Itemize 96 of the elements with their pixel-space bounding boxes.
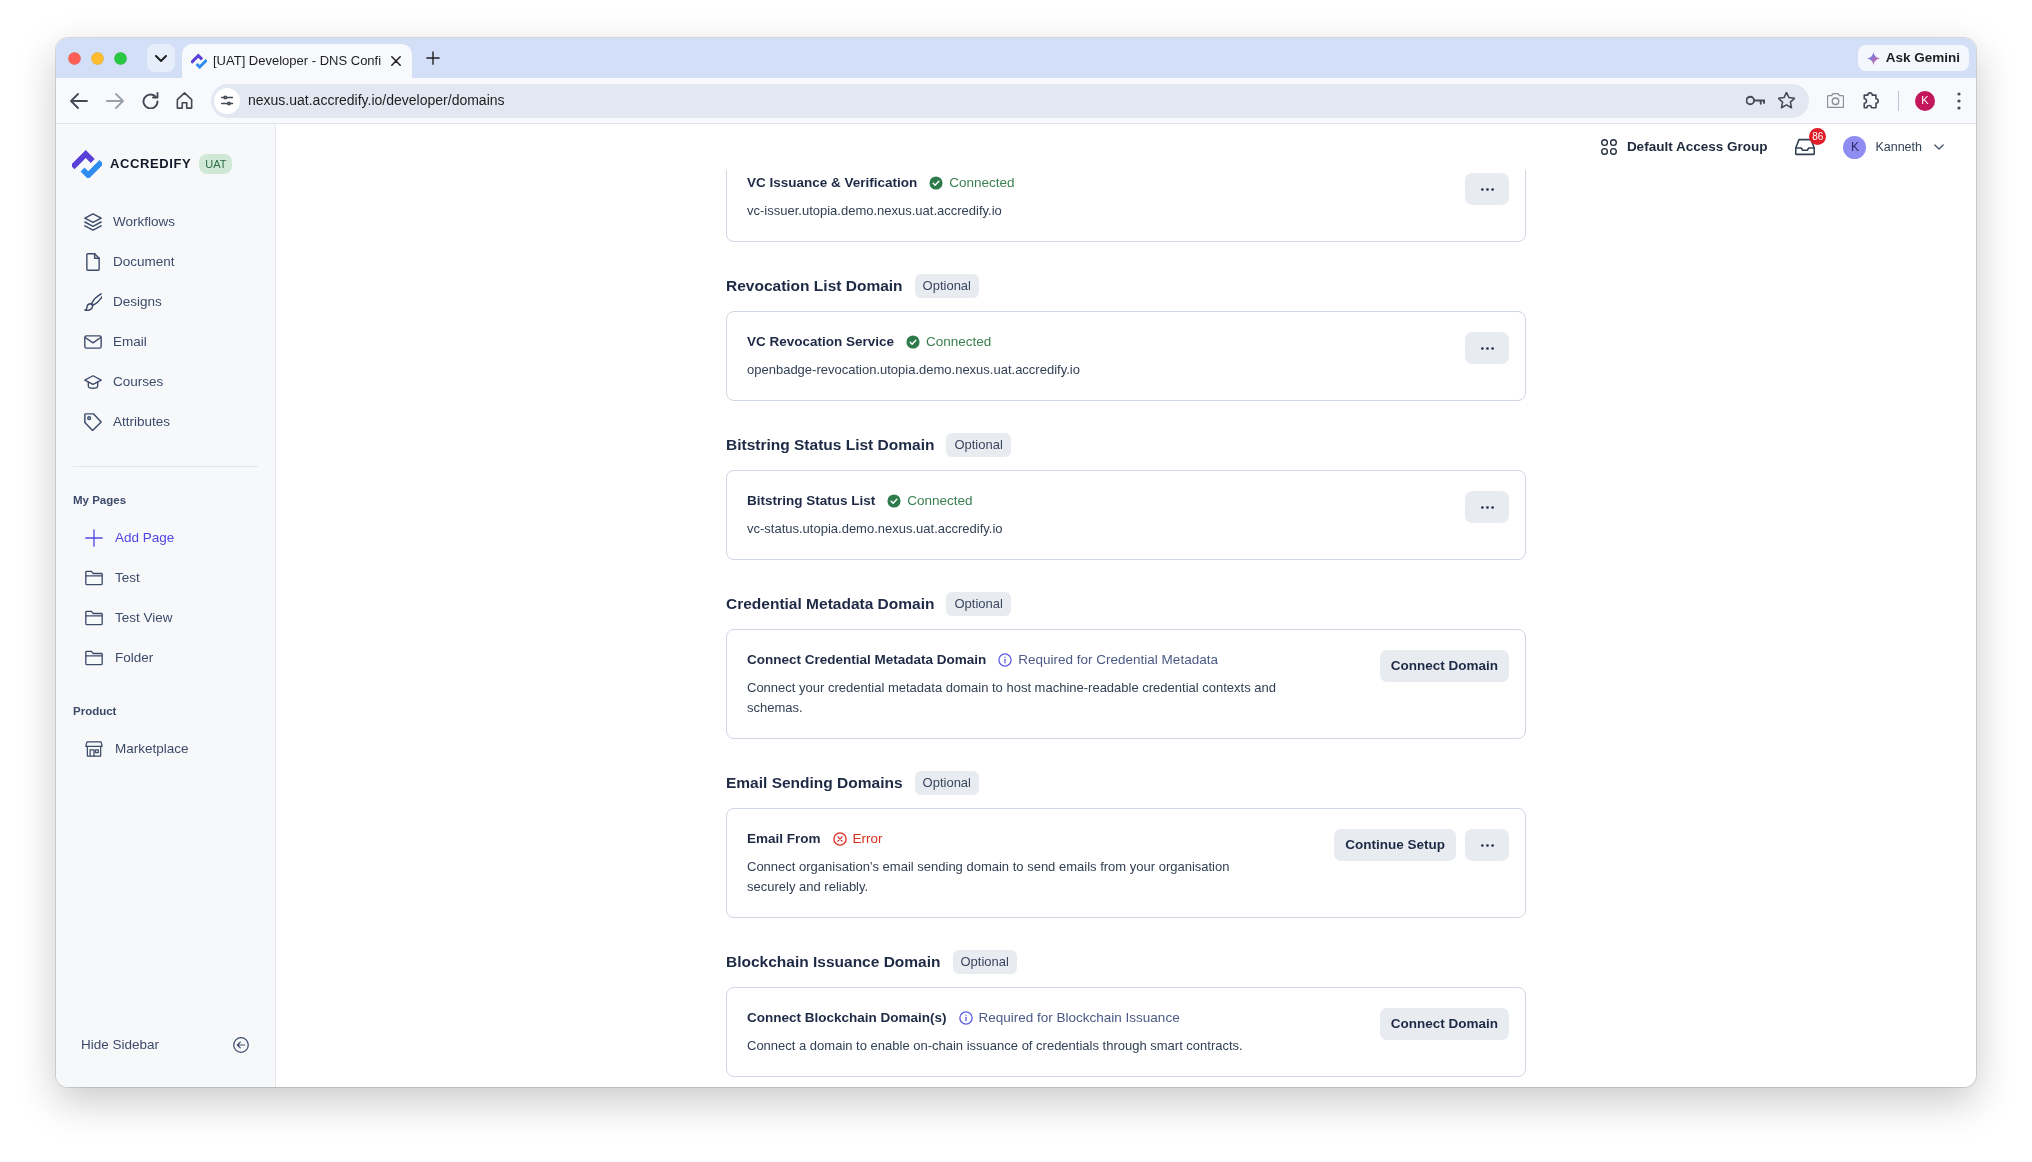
- section-heading: Email Sending Domains: [726, 773, 903, 794]
- domain-text: vc-status.utopia.demo.nexus.uat.accredify.io: [747, 520, 1004, 538]
- environment-tag: UAT: [199, 153, 233, 175]
- paintbrush-icon: [84, 293, 102, 311]
- ask-gemini-button[interactable]: Ask Gemini: [1857, 45, 1969, 71]
- status-text: Connected: [926, 332, 992, 351]
- optional-tag: Optional: [946, 433, 1011, 457]
- layers-icon: [84, 213, 102, 231]
- card-title: Connect Credential Metadata Domain: [747, 650, 987, 669]
- profile-avatar[interactable]: K: [1915, 90, 1935, 111]
- ellipsis-icon: [1480, 346, 1494, 350]
- sidebar-link[interactable]: Test: [56, 558, 140, 598]
- check-circle-icon: [929, 176, 944, 190]
- ellipsis-icon: [1480, 187, 1494, 191]
- check-circle-icon: [906, 335, 921, 349]
- envelope-icon: [84, 333, 102, 351]
- section-heading: Blockchain Issuance Domain: [726, 952, 941, 973]
- info-icon: [958, 1011, 973, 1025]
- user-avatar[interactable]: K: [1843, 135, 1867, 159]
- sidebar-link[interactable]: Attributes: [56, 402, 171, 442]
- sidebar-link[interactable]: Document: [56, 242, 175, 282]
- ellipsis-icon: [1480, 505, 1494, 509]
- group-heading: My Pages: [72, 493, 128, 508]
- card-title: Connect Blockchain Domain(s): [747, 1008, 947, 1027]
- browser-tab[interactable]: [UAT] Developer - DNS Confi: [182, 44, 412, 78]
- home-icon[interactable]: [176, 92, 193, 109]
- grid-icon: [1600, 139, 1617, 155]
- description-text: Connect a domain to enable on-chain issuance of credentials through smart contracts.: [747, 1037, 1244, 1055]
- optional-tag: Optional: [952, 950, 1017, 974]
- section-heading: Bitstring Status List Domain: [726, 435, 935, 456]
- hide-sidebar-link[interactable]: Hide Sidebar: [81, 1034, 160, 1056]
- folder-icon: [85, 609, 103, 627]
- ellipsis-icon: [1480, 843, 1494, 847]
- card-title: VC Issuance & Verification: [747, 173, 918, 192]
- sidebar-link[interactable]: Test View: [56, 598, 173, 638]
- sparkle-icon: [1866, 51, 1880, 65]
- optional-tag: Optional: [914, 274, 979, 298]
- domain-text: openbadge-revocation.utopia.demo.nexus.uat.accredify.io: [747, 361, 1081, 379]
- sidebar-link[interactable]: Designs: [56, 282, 162, 322]
- error-circle-icon: [832, 832, 847, 846]
- optional-tag: Optional: [914, 771, 979, 795]
- graduation-cap-icon: [84, 373, 102, 391]
- sidebar-link[interactable]: Folder: [56, 638, 154, 678]
- domain-text: vc-issuer.utopia.demo.nexus.uat.accredify.io: [747, 202, 1003, 220]
- action-button[interactable]: Continue Setup: [1334, 829, 1456, 861]
- inbox-icon[interactable]: [1795, 138, 1816, 156]
- plus-icon: [85, 529, 103, 547]
- back-arrow-icon[interactable]: [70, 91, 88, 110]
- status-text: Connected: [907, 491, 973, 510]
- sidebar-link[interactable]: Courses: [56, 362, 164, 402]
- info-note: Required for Credential Metadata: [1018, 650, 1218, 669]
- access-group-button[interactable]: Default Access Group: [1600, 136, 1768, 158]
- logo-icon[interactable]: [72, 150, 102, 178]
- puzzle-piece-icon[interactable]: [1862, 91, 1880, 110]
- status-text: Connected: [949, 173, 1015, 192]
- sidebar-link[interactable]: Marketplace: [56, 729, 189, 769]
- chevron-down-icon[interactable]: [1934, 144, 1944, 150]
- action-button[interactable]: Connect Domain: [1379, 1008, 1509, 1040]
- menu-icon[interactable]: [1957, 91, 1961, 110]
- site-settings-icon[interactable]: [214, 87, 240, 114]
- url-text[interactable]: nexus.uat.accredify.io/developer/domains: [248, 90, 505, 111]
- notification-count: 86: [1809, 128, 1827, 145]
- collapse-sidebar-icon[interactable]: [233, 1037, 249, 1053]
- logo-icon: [191, 53, 207, 69]
- camera-icon[interactable]: [1827, 92, 1844, 109]
- sidebar-link[interactable]: Email: [56, 322, 147, 362]
- star-icon[interactable]: [1778, 92, 1795, 109]
- card-title: Bitstring Status List: [747, 491, 876, 510]
- address-bar[interactable]: nexus.uat.accredify.io/developer/domains: [211, 83, 1809, 118]
- card-title: Email From: [747, 829, 821, 848]
- reload-icon[interactable]: [142, 92, 159, 109]
- group-heading: Product: [72, 704, 118, 719]
- description-text: Connect organisation’s email sending domain to send emails from your organisation securely and reliably.: [747, 858, 1231, 896]
- check-circle-icon: [887, 494, 902, 508]
- folder-icon: [85, 569, 103, 587]
- info-note: Required for Blockchain Issuance: [978, 1008, 1180, 1027]
- document-icon: [84, 253, 102, 271]
- brand-name: ACCREDIFY: [110, 155, 192, 174]
- info-icon: [998, 653, 1013, 667]
- card-title: VC Revocation Service: [747, 332, 895, 351]
- storefront-icon: [85, 740, 103, 758]
- sidebar-link[interactable]: Add Page: [56, 518, 175, 558]
- description-text: Connect your credential metadata domain to host machine-readable credential contexts and schemas.: [747, 679, 1277, 717]
- chevron-down-icon: [155, 52, 167, 64]
- sidebar-link[interactable]: Workflows: [56, 202, 175, 242]
- optional-tag: Optional: [946, 592, 1011, 616]
- action-button[interactable]: Connect Domain: [1379, 650, 1509, 682]
- section-heading: Credential Metadata Domain: [726, 594, 935, 615]
- folder-icon: [85, 649, 103, 667]
- tag-icon: [84, 413, 102, 431]
- new-tab-icon[interactable]: [426, 51, 440, 65]
- close-icon[interactable]: [391, 56, 401, 66]
- tab-search-button[interactable]: [147, 44, 175, 72]
- user-name[interactable]: Kanneth: [1875, 137, 1922, 157]
- status-text: Error: [852, 829, 883, 848]
- section-heading: Revocation List Domain: [726, 276, 903, 297]
